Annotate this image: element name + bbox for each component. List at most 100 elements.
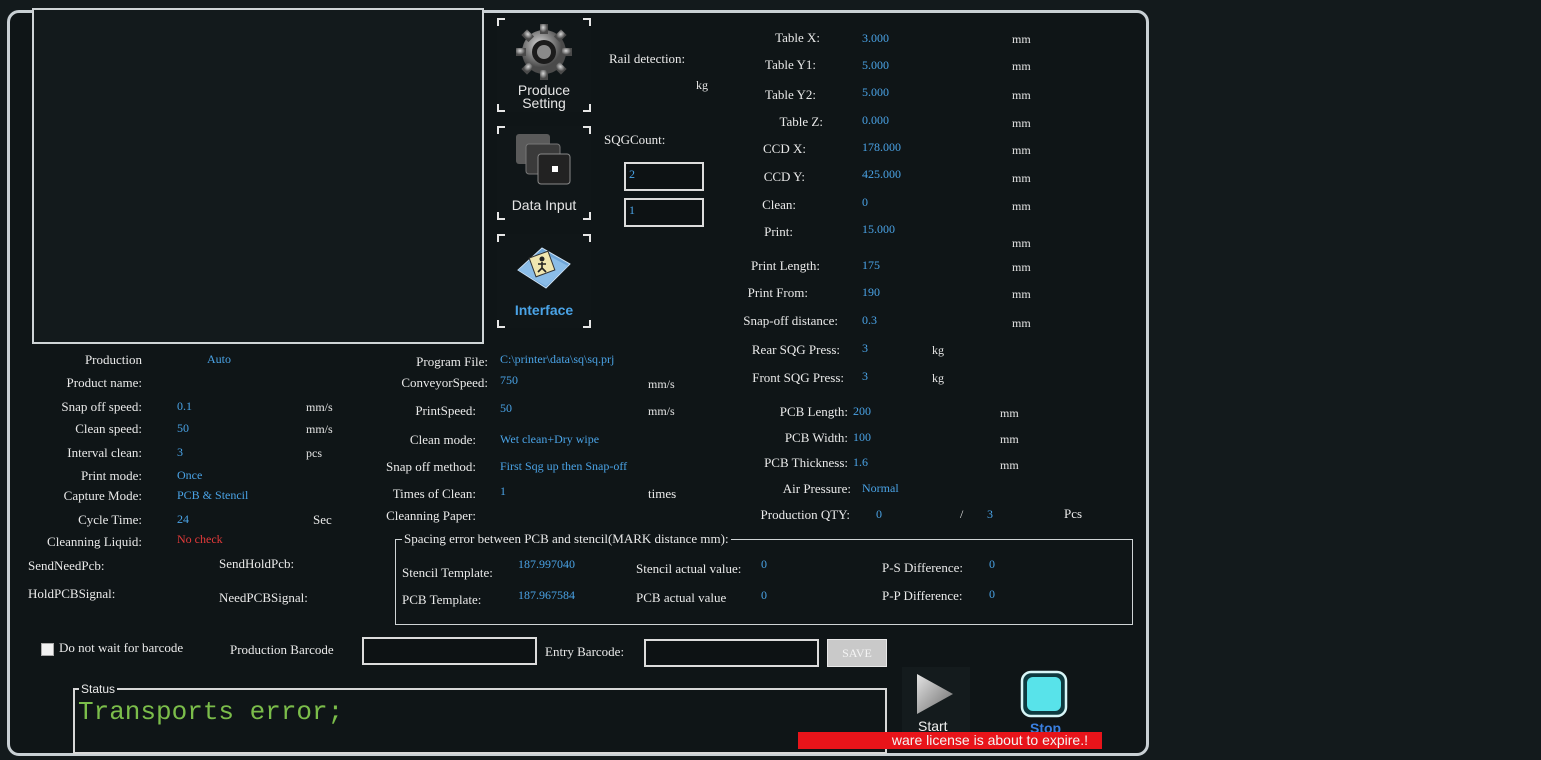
axis-label: Clean: xyxy=(762,197,796,212)
cycle-time-label: Cycle Time: xyxy=(78,512,142,527)
pcb-value: 100 xyxy=(853,430,871,444)
stencil-actual-label: Stencil actual value: xyxy=(636,561,742,576)
param-unit: kg xyxy=(932,371,944,385)
param-value: 0.3 xyxy=(862,313,877,327)
play-icon xyxy=(917,674,953,714)
license-warning: ware license is about to expire.! xyxy=(798,732,1102,749)
spacing-error-title: Spacing error between PCB and stencil(MA… xyxy=(402,531,731,547)
interface-button[interactable]: Interface xyxy=(497,234,591,328)
production-qty-separator: / xyxy=(960,507,964,521)
data-input-label: Data Input xyxy=(511,197,577,213)
axis-unit: mm xyxy=(1012,199,1031,213)
clean-speed-label: Clean speed: xyxy=(75,421,142,436)
clean-speed-unit: mm/s xyxy=(306,422,333,436)
gear-icon xyxy=(516,24,572,80)
production-barcode-label: Production Barcode xyxy=(230,642,334,657)
param-unit: mm xyxy=(1012,316,1031,330)
param-label: Rear SQG Press: xyxy=(751,342,840,357)
folder-user-icon xyxy=(517,247,571,289)
no-wait-barcode-checkbox[interactable] xyxy=(41,643,54,656)
snap-speed-unit: mm/s xyxy=(306,400,333,414)
snap-method-label: Snap off method: xyxy=(385,459,476,474)
send-hold-pcb-label: SendHoldPcb: xyxy=(219,556,295,571)
param-value: 3 xyxy=(862,341,868,355)
status-message: Transports error; xyxy=(78,697,344,727)
param-value: 190 xyxy=(862,285,880,299)
pcb-unit: mm xyxy=(1000,406,1019,420)
snap-speed-value: 0.1 xyxy=(177,399,192,413)
stencil-actual-value: 0 xyxy=(761,557,767,571)
interval-clean-unit: pcs xyxy=(306,446,322,460)
print-speed-value: 50 xyxy=(500,401,512,415)
param-label: Front SQG Press: xyxy=(752,370,844,385)
param-label: Print From: xyxy=(747,285,808,300)
axis-label: Table Y1: xyxy=(765,57,816,72)
produce-setting-button[interactable]: Produce Setting xyxy=(497,18,591,112)
data-input-button[interactable]: Data Input xyxy=(497,126,591,220)
data-input-icon xyxy=(516,134,571,185)
times-clean-unit: times xyxy=(648,486,677,501)
axis-unit: mm xyxy=(1012,116,1031,130)
no-wait-barcode-label: Do not wait for barcode xyxy=(59,640,184,655)
cycle-time-unit: Sec xyxy=(313,512,332,527)
spacing-error-group: Spacing error between PCB and stencil(MA… xyxy=(395,531,1133,625)
production-value: Auto xyxy=(207,352,231,366)
cycle-time-value: 24 xyxy=(177,512,189,526)
production-qty-done: 0 xyxy=(876,507,882,521)
camera-preview xyxy=(32,8,484,344)
interface-label: Interface xyxy=(514,302,574,318)
pcb-unit: mm xyxy=(1000,432,1019,446)
save-button[interactable]: SAVE xyxy=(827,639,887,667)
program-file-label: Program File: xyxy=(416,354,488,369)
ps-difference-label: P-S Difference: xyxy=(882,560,963,575)
axis-unit: mm xyxy=(1012,32,1031,46)
production-label: Production xyxy=(84,352,142,367)
axis-unit: mm xyxy=(1012,143,1031,157)
pp-difference-label: P-P Difference: xyxy=(882,588,963,603)
pcb-label: PCB Length: xyxy=(779,404,848,419)
axis-value: 0.000 xyxy=(862,113,889,127)
axis-value: 178.000 xyxy=(862,140,901,154)
capture-mode-value: PCB & Stencil xyxy=(177,488,249,502)
production-barcode-input[interactable] xyxy=(362,637,537,665)
pcb-actual-value: 0 xyxy=(761,588,767,602)
interval-clean-value: 3 xyxy=(177,445,183,459)
hold-pcb-signal-label: HoldPCBSignal: xyxy=(28,586,116,601)
rail-detection-unit: kg xyxy=(696,78,708,92)
stop-button[interactable]: Stop xyxy=(1014,669,1074,737)
axis-unit: mm xyxy=(1012,236,1031,250)
axis-label: Table Z: xyxy=(779,114,824,129)
axis-unit: mm xyxy=(1012,88,1031,102)
need-pcb-signal-label: NeedPCBSignal: xyxy=(219,590,308,605)
rail-detection-label: Rail detection: xyxy=(609,51,686,66)
axis-label: CCD Y: xyxy=(763,169,805,184)
param-unit: kg xyxy=(932,343,944,357)
axis-value: 15.000 xyxy=(862,222,895,236)
times-clean-label: Times of Clean: xyxy=(392,486,476,501)
axis-label: Print: xyxy=(764,224,793,239)
sqg-count-input-1[interactable]: 2 xyxy=(624,162,704,191)
stop-icon xyxy=(1020,670,1068,718)
axis-unit: mm xyxy=(1012,171,1031,185)
cleaning-liquid-value: No check xyxy=(177,532,223,546)
clean-mode-value: Wet clean+Dry wipe xyxy=(500,432,600,446)
pcb-template-label: PCB Template: xyxy=(402,592,482,607)
status-title: Status xyxy=(79,682,118,696)
conveyor-speed-value: 750 xyxy=(500,373,518,387)
param-unit: mm xyxy=(1012,287,1031,301)
entry-barcode-input[interactable] xyxy=(644,639,819,667)
produce-setting-label: Produce Setting xyxy=(517,82,571,111)
conveyor-speed-unit: mm/s xyxy=(648,377,675,391)
clean-speed-value: 50 xyxy=(177,421,189,435)
conveyor-speed-label: ConveyorSpeed: xyxy=(401,375,488,390)
axis-unit: mm xyxy=(1012,59,1031,73)
entry-barcode-label: Entry Barcode: xyxy=(545,644,625,659)
production-qty-label: Production QTY: xyxy=(760,507,850,522)
sqg-count-input-2[interactable]: 1 xyxy=(624,198,704,227)
param-value: 3 xyxy=(862,369,868,383)
param-label: Snap-off distance: xyxy=(743,313,838,328)
snap-method-value: First Sqg up then Snap-off xyxy=(500,459,628,473)
param-unit: mm xyxy=(1012,260,1031,274)
pcb-label: PCB Width: xyxy=(784,430,848,445)
pcb-value: 1.6 xyxy=(853,455,868,469)
